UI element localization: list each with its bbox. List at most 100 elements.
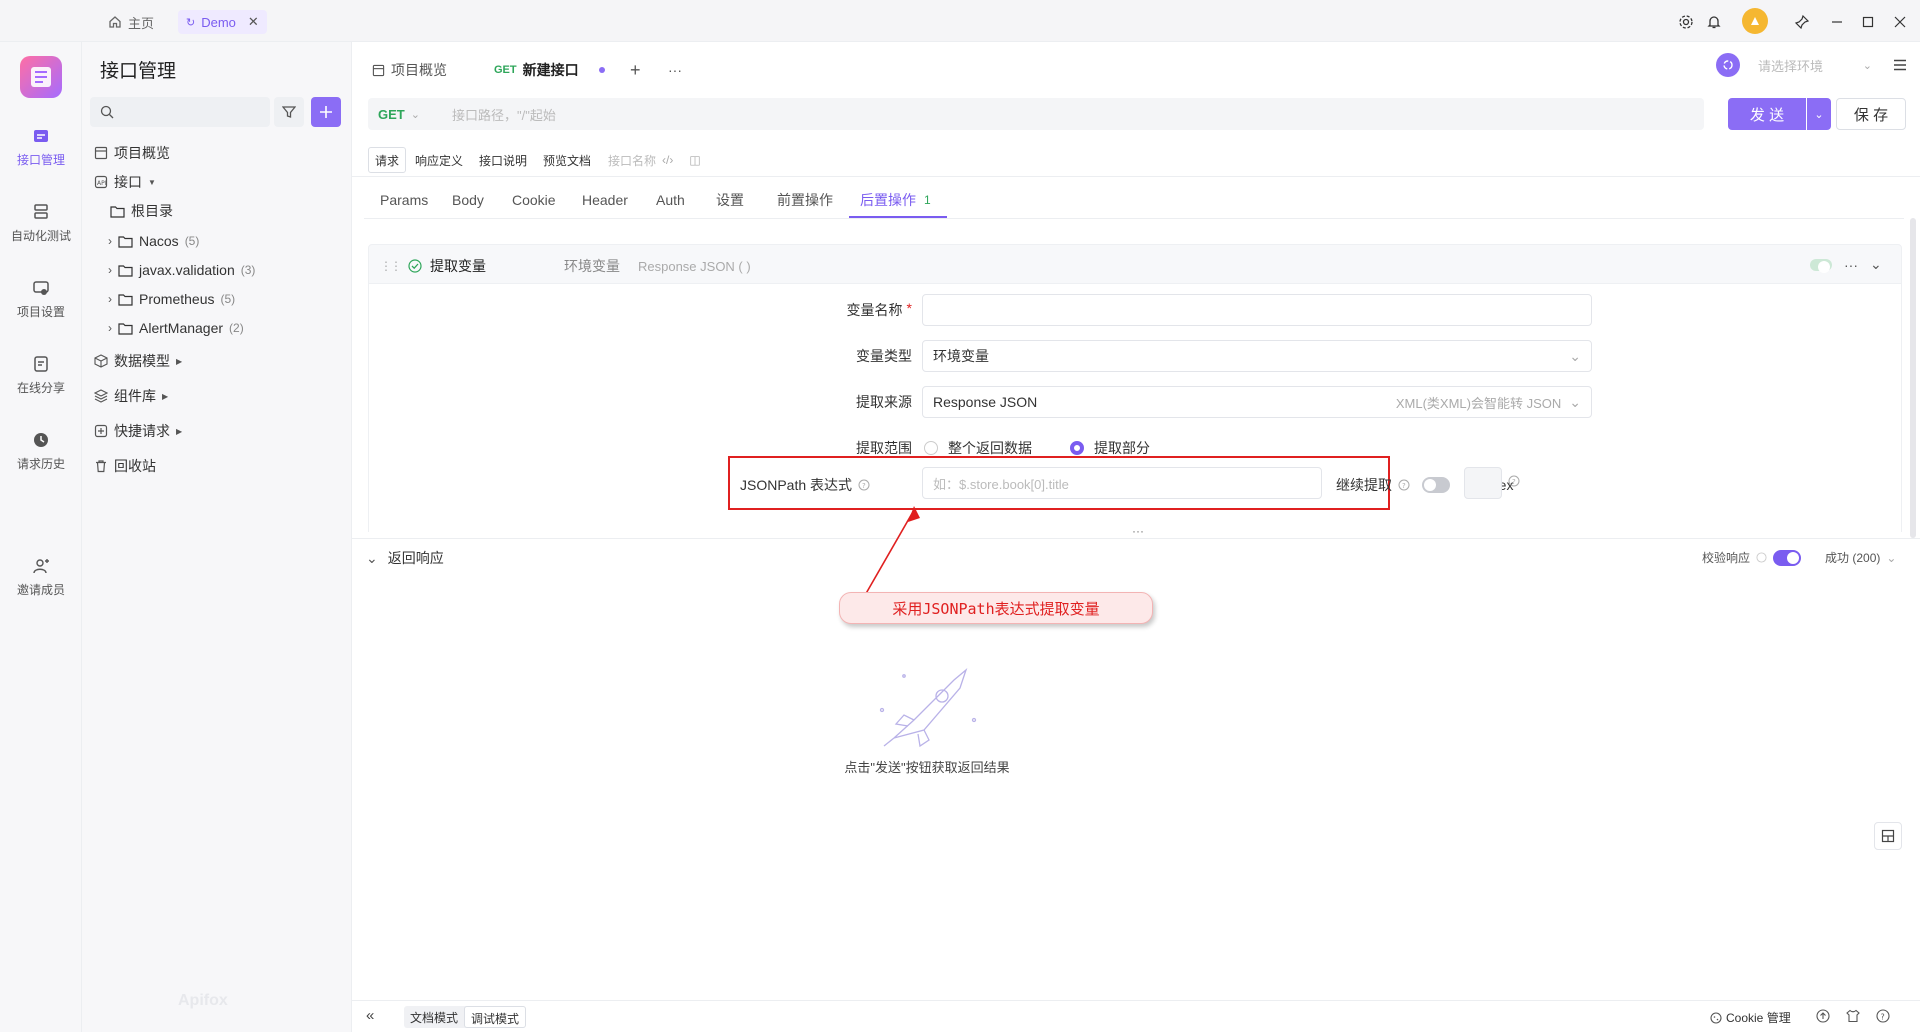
window-close-icon[interactable] (1888, 10, 1912, 34)
tab-overview[interactable]: 项目概览 (372, 56, 447, 84)
var-type-select[interactable]: 环境变量 ⌄ (922, 340, 1592, 372)
radio-whole-data[interactable] (924, 441, 938, 455)
subtab-preview[interactable]: 预览文档 (537, 147, 597, 173)
tree-folder-nacos[interactable]: › Nacos (5) (108, 228, 199, 254)
menu-button[interactable] (1886, 51, 1914, 79)
ptab-post-label: 后置操作 (860, 192, 916, 208)
env-select[interactable]: 请选择环境 ⌄ (1750, 51, 1880, 79)
bell-icon[interactable] (1702, 10, 1726, 34)
nav-item-api[interactable]: 接口管理 (0, 116, 82, 178)
help-circle-icon[interactable]: ? (1876, 1009, 1890, 1023)
svg-text:?: ? (1512, 478, 1516, 486)
help-icon[interactable]: ? (1508, 475, 1520, 487)
cookie-manager-button[interactable]: Cookie 管理 (1710, 1009, 1791, 1026)
var-name-input[interactable] (922, 294, 1592, 326)
help-icon[interactable]: ? (1398, 479, 1410, 491)
check-circle-icon (408, 259, 422, 273)
api-name-input[interactable]: 接口名称 ‹/› ◫ (602, 147, 707, 173)
more-icon[interactable]: ··· (1844, 257, 1858, 273)
layout-toggle-button[interactable] (1874, 822, 1902, 850)
folder-icon (118, 235, 133, 248)
ptab-post[interactable]: 后置操作 1 (860, 185, 931, 215)
status-select-value[interactable]: 成功 (200) (1825, 549, 1880, 566)
add-tab-button[interactable]: + (630, 56, 641, 84)
tree-item-quick-request[interactable]: 快捷请求 ▶ (94, 418, 182, 444)
maximize-icon[interactable] (1856, 10, 1880, 34)
chevron-down-icon[interactable]: ⌄ (1870, 256, 1882, 273)
tree-item-data-model[interactable]: 数据模型 ▶ (94, 348, 182, 374)
index-input[interactable] (1464, 467, 1502, 499)
method-select[interactable]: GET ⌄ (368, 98, 426, 130)
scrollbar[interactable] (1910, 218, 1916, 538)
nav-item-automation[interactable]: 自动化测试 (0, 192, 82, 254)
nav-item-settings[interactable]: 项目设置 (0, 268, 82, 330)
drag-handle-icon[interactable]: ⋮⋮ (380, 259, 402, 273)
folder-count: (2) (229, 321, 244, 335)
tab-new-api[interactable]: GET 新建接口 (494, 56, 605, 84)
ptab-settings[interactable]: 设置 (716, 185, 744, 215)
sidebar-title: 接口管理 (100, 61, 177, 82)
ptab-pre[interactable]: 前置操作 (777, 185, 833, 215)
filter-button[interactable] (274, 97, 304, 127)
ptab-auth[interactable]: Auth (656, 185, 685, 215)
ptab-cookie[interactable]: Cookie (512, 185, 556, 215)
doc-mode-button[interactable]: 文档模式 (404, 1006, 464, 1028)
env-icon[interactable] (1716, 53, 1740, 77)
tree-item-root[interactable]: 根目录 (110, 198, 173, 224)
ptab-params[interactable]: Params (380, 185, 428, 215)
radio-partial-label: 提取部分 (1094, 440, 1150, 456)
sidebar-search-input[interactable] (90, 97, 270, 127)
chevron-down-icon[interactable]: ⌄ (1886, 551, 1896, 565)
add-button[interactable] (311, 97, 341, 127)
response-header[interactable]: ⌄ 返回响应 (366, 548, 444, 568)
splitter-handle-icon[interactable]: ··· (1132, 524, 1144, 538)
pin-icon[interactable] (1790, 10, 1814, 34)
tree-item-components[interactable]: 组件库 ▶ (94, 383, 168, 409)
extract-enable-toggle[interactable] (1810, 258, 1832, 273)
tree-folder-alertmanager[interactable]: › AlertManager (2) (108, 315, 244, 341)
collapse-sidebar-icon[interactable]: « (366, 1007, 374, 1024)
chevron-down-icon: ⌄ (1569, 347, 1581, 364)
tree-folder-javax[interactable]: › javax.validation (3) (108, 257, 255, 283)
upload-icon[interactable] (1816, 1009, 1830, 1023)
send-button[interactable]: 发 送 (1728, 98, 1806, 130)
home-tab[interactable]: 主页 (100, 10, 162, 34)
svg-text:?: ? (862, 482, 866, 490)
nav-item-history[interactable]: 请求历史 (0, 420, 82, 482)
subtab-doc[interactable]: 接口说明 (473, 147, 533, 173)
close-icon[interactable]: ✕ (248, 14, 259, 30)
subtab-request[interactable]: 请求 (368, 147, 407, 173)
more-tabs-button[interactable]: ··· (668, 56, 682, 84)
splitter[interactable] (352, 538, 1920, 539)
nav-item-share[interactable]: 在线分享 (0, 344, 82, 406)
tree-item-api[interactable]: API 接口 ▼ (94, 169, 156, 195)
gear-icon[interactable] (1674, 10, 1698, 34)
send-dropdown-button[interactable]: ⌄ (1807, 98, 1831, 130)
help-icon[interactable]: ? (858, 479, 870, 491)
minimize-icon[interactable] (1825, 10, 1849, 34)
main-area: 项目概览 GET 新建接口 + ··· 请选择环境 ⌄ GET ⌄ 接口路径，"… (352, 42, 1920, 1032)
help-icon[interactable] (1756, 552, 1767, 563)
ptab-header[interactable]: Header (582, 185, 628, 215)
shirt-icon[interactable] (1846, 1009, 1860, 1023)
tree-item-recycle[interactable]: 回收站 (94, 453, 156, 479)
url-input[interactable]: 接口路径，"/"起始 (452, 98, 1692, 130)
verify-toggle[interactable] (1773, 549, 1802, 566)
nav-item-invite[interactable]: 邀请成员 (0, 546, 82, 608)
avatar[interactable] (1742, 8, 1768, 34)
tree-folder-prometheus[interactable]: › Prometheus (5) (108, 286, 235, 312)
continue-extract-toggle[interactable] (1422, 477, 1450, 493)
ptab-body[interactable]: Body (452, 185, 484, 215)
jsonpath-label: JSONPath 表达式 (740, 477, 853, 493)
subtab-response[interactable]: 响应定义 (409, 147, 469, 173)
debug-mode-button[interactable]: 调试模式 (464, 1006, 527, 1028)
save-button[interactable]: 保 存 (1836, 98, 1906, 130)
jsonpath-input[interactable]: 如：$.store.book[0].title (922, 467, 1322, 499)
source-select[interactable]: Response JSON XML(类XML)会智能转 JSON ⌄ (922, 386, 1592, 418)
tree-item-overview[interactable]: 项目概览 (94, 140, 170, 166)
radio-partial[interactable] (1070, 441, 1084, 455)
demo-tab[interactable]: ↻ Demo ✕ (178, 10, 267, 34)
plus-icon (319, 105, 333, 119)
var-type-value: 环境变量 (933, 348, 989, 364)
url-placeholder: 接口路径，"/"起始 (452, 107, 556, 123)
